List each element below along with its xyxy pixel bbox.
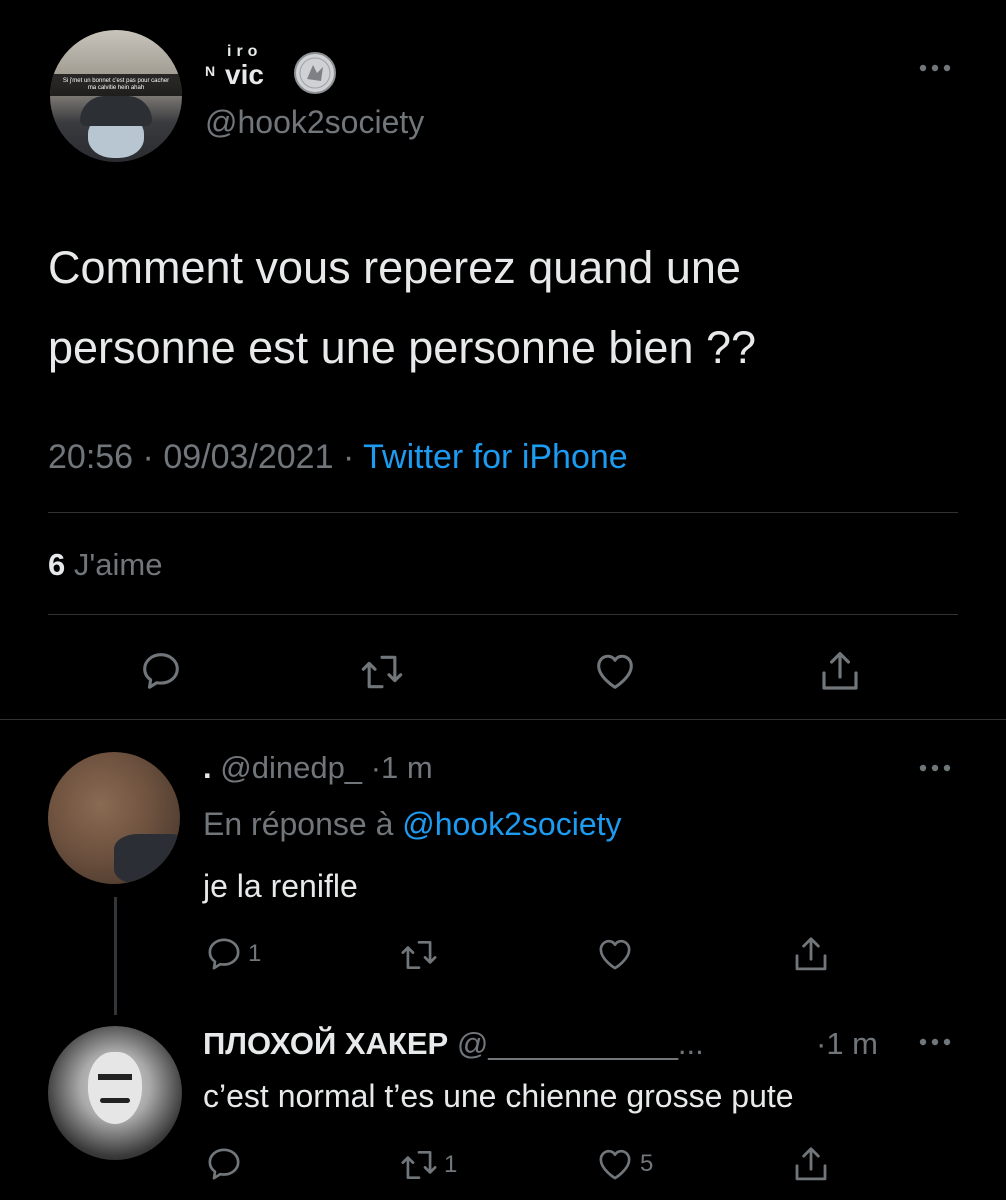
reply2-name[interactable]: ПЛОХОЙ ХАКЕР — [203, 1026, 448, 1061]
reply-icon — [208, 938, 240, 970]
reply2-time: 1 m — [826, 1026, 879, 1061]
tweet-date: 09/03/2021 — [163, 438, 334, 476]
retweet-button[interactable] — [358, 650, 406, 694]
reply2-time-block: ·1 m — [816, 1026, 878, 1062]
likes-summary[interactable]: 6 J'aime — [48, 547, 163, 583]
reply2-handle[interactable]: @___________... — [457, 1026, 704, 1061]
reply-button[interactable]: 1 — [204, 934, 261, 974]
retweet-count: 1 — [444, 1151, 458, 1178]
share-button[interactable] — [816, 646, 864, 696]
reply-button[interactable] — [204, 1144, 244, 1184]
reply-count: 1 — [248, 940, 262, 967]
more-dots-icon[interactable] — [918, 762, 958, 782]
divider — [48, 512, 958, 513]
heart-icon — [597, 654, 633, 689]
avatar-beanie — [80, 96, 152, 126]
avatar-caption: Si j'met un bonnet c'est pas pour cacher… — [62, 78, 170, 91]
mask-face — [88, 1052, 142, 1124]
section-divider — [0, 719, 1006, 720]
mask-moustache — [100, 1098, 130, 1103]
reply1-name[interactable]: . — [203, 750, 212, 785]
thread-line — [114, 897, 117, 1015]
reply-prefix: En réponse à — [203, 806, 394, 842]
retweet-icon — [401, 940, 437, 970]
main-handle[interactable]: @hook2society — [205, 104, 424, 141]
retweet-button[interactable]: 1 — [398, 1146, 457, 1184]
reply2-text: c’est normal t’es une chienne grosse put… — [203, 1078, 794, 1114]
divider — [48, 614, 958, 615]
reply1-text: je la renifle — [203, 868, 358, 904]
share-icon — [822, 652, 858, 690]
meta-separator: · — [142, 438, 154, 476]
reply2-avatar[interactable] — [48, 1026, 182, 1160]
meta-separator: · — [816, 1026, 827, 1061]
main-avatar[interactable]: Si j'met un bonnet c'est pas pour cacher… — [50, 30, 182, 162]
share-icon — [795, 1147, 827, 1181]
heart-icon — [599, 1149, 631, 1180]
more-dots-icon[interactable] — [918, 1036, 958, 1056]
heart-icon — [599, 939, 631, 970]
share-icon — [795, 937, 827, 971]
reply1-avatar[interactable] — [48, 752, 180, 884]
reply-to-link[interactable]: @hook2society — [402, 806, 621, 842]
reply1-header: . @dinedp_ ·1 m — [203, 750, 433, 786]
likes-count: 6 — [48, 547, 66, 582]
reply-icon — [143, 653, 179, 689]
tweet-source-link[interactable]: Twitter for iPhone — [363, 438, 628, 476]
share-button[interactable] — [790, 1142, 832, 1186]
like-button[interactable] — [591, 648, 639, 694]
tweet-text-line-2: personne est une personne bien ?? — [48, 322, 757, 373]
meta-separator: · — [342, 438, 355, 476]
retweet-icon — [401, 1150, 437, 1180]
reply1-replying-to: En réponse à @hook2society — [203, 806, 622, 843]
share-button[interactable] — [790, 932, 832, 976]
mask-eyes — [98, 1074, 132, 1080]
like-button[interactable]: 5 — [594, 1144, 653, 1184]
retweet-icon — [361, 655, 403, 689]
display-name-prefix: N — [205, 63, 216, 79]
likes-label: J'aime — [73, 547, 163, 582]
tweet-meta: 20:56 · 09/03/2021 · Twitter for iPhone — [48, 438, 628, 477]
like-count: 5 — [640, 1150, 654, 1177]
meta-separator: · — [370, 750, 382, 785]
reply-button[interactable] — [138, 648, 184, 694]
like-button[interactable] — [594, 934, 636, 974]
retweet-button[interactable] — [398, 936, 440, 974]
reply1-time: 1 m — [381, 750, 433, 785]
coin-badge-icon — [293, 51, 337, 95]
avatar-caption-bar: Si j'met un bonnet c'est pas pour cacher… — [50, 74, 182, 96]
reply1-handle[interactable]: @dinedp_ — [220, 750, 362, 785]
tweet-text-line-1: Comment vous reperez quand une — [48, 242, 741, 293]
avatar-detail — [114, 834, 180, 884]
tweet-text: Comment vous reperez quand une personne … — [48, 228, 756, 388]
tweet-time: 20:56 — [48, 438, 134, 476]
reply2-header: ПЛОХОЙ ХАКЕР @___________... — [203, 1026, 704, 1062]
display-name[interactable]: N iro vic — [205, 43, 345, 95]
display-name-main: vic — [225, 59, 264, 90]
reply-icon — [208, 1148, 240, 1180]
more-dots-icon[interactable] — [918, 62, 958, 82]
